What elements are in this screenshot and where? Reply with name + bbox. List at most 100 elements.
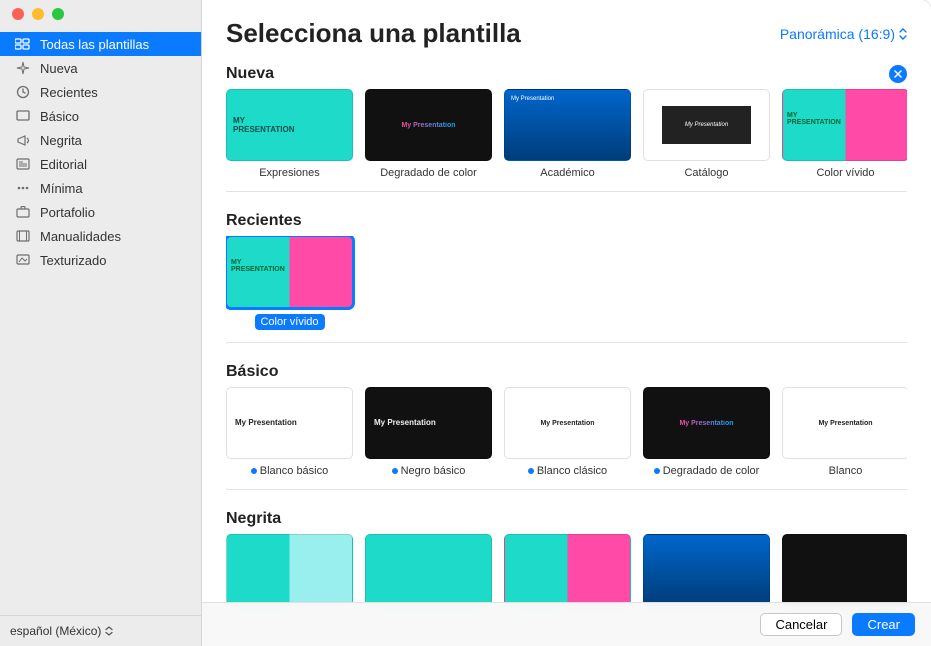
- film-icon: [14, 228, 32, 244]
- template-item[interactable]: Expresiones: [226, 89, 353, 179]
- sidebar-item-recientes[interactable]: Recientes: [0, 80, 201, 104]
- template-label: Catálogo: [643, 167, 770, 179]
- updown-icon: [899, 28, 907, 40]
- template-label: Académico: [504, 167, 631, 179]
- template-item[interactable]: Blanco: [782, 387, 907, 477]
- sidebar-item-label: Manualidades: [40, 229, 121, 244]
- sidebar-item-mínima[interactable]: Mínima: [0, 176, 201, 200]
- sidebar-item-nueva[interactable]: Nueva: [0, 56, 201, 80]
- template-thumbnail: [782, 89, 907, 161]
- close-section-button[interactable]: [889, 65, 907, 83]
- section-title: Recientes: [226, 212, 302, 230]
- template-thumbnail: [226, 534, 353, 606]
- section-recientes: Recientes Color vívido: [226, 206, 907, 343]
- section-title: Básico: [226, 363, 278, 381]
- sidebar-item-manualidades[interactable]: Manualidades: [0, 224, 201, 248]
- template-thumbnail: [226, 89, 353, 161]
- section-nueva: Nueva Expresiones Degradado de color Académ…: [226, 59, 907, 192]
- dynamic-dot-icon: [251, 468, 257, 474]
- template-label: Blanco: [782, 465, 907, 477]
- template-thumbnail: [365, 534, 492, 606]
- sidebar-item-label: Nueva: [40, 61, 78, 76]
- minimize-window-button[interactable]: [32, 8, 44, 20]
- template-thumbnail: [504, 89, 631, 161]
- template-label: Blanco básico: [226, 465, 353, 477]
- template-thumbnail: [365, 387, 492, 459]
- template-label: Color vívido: [254, 314, 324, 330]
- divider: [226, 489, 907, 490]
- sidebar-item-label: Editorial: [40, 157, 87, 172]
- template-item[interactable]: Blanco básico: [226, 387, 353, 477]
- page-title: Selecciona una plantilla: [226, 18, 521, 49]
- template-label: Color vívido: [782, 167, 907, 179]
- sidebar-item-label: Básico: [40, 109, 79, 124]
- template-label: Expresiones: [226, 167, 353, 179]
- sidebar-item-label: Negrita: [40, 133, 82, 148]
- section-title: Nueva: [226, 65, 274, 83]
- sidebar-item-label: Todas las plantillas: [40, 37, 149, 52]
- dots-icon: [14, 180, 32, 196]
- sidebar-item-portafolio[interactable]: Portafolio: [0, 200, 201, 224]
- grid-icon: [14, 36, 32, 52]
- aspect-ratio-dropdown[interactable]: Panorámica (16:9): [780, 26, 907, 42]
- close-window-button[interactable]: [12, 8, 24, 20]
- template-thumbnail: [643, 89, 770, 161]
- template-thumbnail: [504, 534, 631, 606]
- template-item[interactable]: Catálogo: [643, 89, 770, 179]
- zoom-window-button[interactable]: [52, 8, 64, 20]
- template-thumbnail: [226, 387, 353, 459]
- updown-icon: [105, 626, 113, 636]
- template-item[interactable]: Color vívido: [226, 236, 353, 330]
- create-button[interactable]: Crear: [852, 613, 915, 636]
- sidebar: Todas las plantillas Nueva Recientes Básico…: [0, 0, 202, 646]
- sparkle-icon: [14, 60, 32, 76]
- clock-icon: [14, 84, 32, 100]
- sidebar-item-label: Texturizado: [40, 253, 106, 268]
- template-label: Negro básico: [365, 465, 492, 477]
- dynamic-dot-icon: [392, 468, 398, 474]
- template-thumbnail: [782, 387, 907, 459]
- dynamic-dot-icon: [654, 468, 660, 474]
- template-item[interactable]: Degradado de color: [643, 387, 770, 477]
- template-item[interactable]: [226, 534, 353, 612]
- section-básico: Básico Blanco básico Negro básico Blanco cl…: [226, 357, 907, 490]
- template-item[interactable]: [365, 534, 492, 612]
- template-thumbnail: [504, 387, 631, 459]
- dynamic-dot-icon: [528, 468, 534, 474]
- template-item[interactable]: [782, 534, 907, 612]
- window-traffic-lights: [0, 0, 64, 28]
- template-label: Degradado de color: [365, 167, 492, 179]
- section-negrita: Negrita: [226, 504, 907, 612]
- sidebar-item-texturizado[interactable]: Texturizado: [0, 248, 201, 272]
- template-item[interactable]: Académico: [504, 89, 631, 179]
- sidebar-item-label: Recientes: [40, 85, 98, 100]
- square-icon: [14, 108, 32, 124]
- sidebar-item-todas-las-plantillas[interactable]: Todas las plantillas: [0, 32, 201, 56]
- template-thumbnail: [782, 534, 907, 606]
- sidebar-item-negrita[interactable]: Negrita: [0, 128, 201, 152]
- template-item[interactable]: Color vívido: [782, 89, 907, 179]
- briefcase-icon: [14, 204, 32, 220]
- aspect-label: Panorámica (16:9): [780, 26, 895, 42]
- divider: [226, 342, 907, 343]
- template-thumbnail: [365, 89, 492, 161]
- sidebar-item-editorial[interactable]: Editorial: [0, 152, 201, 176]
- divider: [226, 191, 907, 192]
- template-item[interactable]: Negro básico: [365, 387, 492, 477]
- language-dropdown[interactable]: español (México): [10, 624, 113, 638]
- template-item[interactable]: Degradado de color: [365, 89, 492, 179]
- newspaper-icon: [14, 156, 32, 172]
- template-item[interactable]: [504, 534, 631, 612]
- texture-icon: [14, 252, 32, 268]
- template-label: Degradado de color: [643, 465, 770, 477]
- template-item[interactable]: [643, 534, 770, 612]
- template-thumbnail: [643, 387, 770, 459]
- template-item[interactable]: Blanco clásico: [504, 387, 631, 477]
- template-thumbnail: [226, 236, 353, 308]
- sidebar-item-label: Portafolio: [40, 205, 95, 220]
- language-label: español (México): [10, 624, 101, 638]
- section-title: Negrita: [226, 510, 281, 528]
- cancel-button[interactable]: Cancelar: [760, 613, 842, 636]
- sidebar-item-básico[interactable]: Básico: [0, 104, 201, 128]
- sidebar-item-label: Mínima: [40, 181, 83, 196]
